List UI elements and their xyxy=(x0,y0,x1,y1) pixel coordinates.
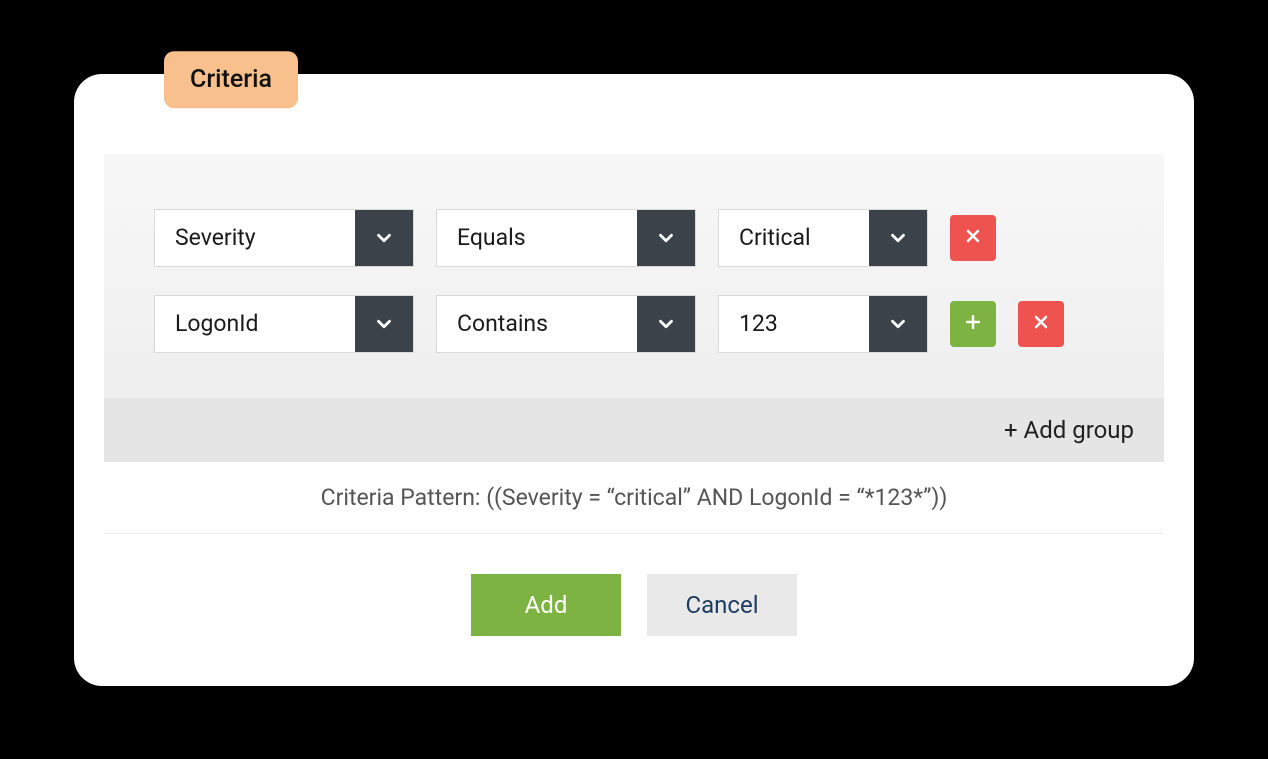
pattern-expression: ((Severity = “critical” AND LogonId = “*… xyxy=(486,484,947,511)
criteria-pattern-text: Criteria Pattern: ((Severity = “critical… xyxy=(104,462,1164,534)
add-button-label: Add xyxy=(525,591,568,619)
plus-icon xyxy=(963,312,983,336)
chevron-down-icon xyxy=(355,296,413,352)
field-select[interactable]: Severity xyxy=(154,209,414,267)
criteria-row: Severity Equals Critical xyxy=(154,209,1114,267)
chevron-down-icon xyxy=(869,210,927,266)
chevron-down-icon xyxy=(355,210,413,266)
add-button[interactable]: Add xyxy=(471,574,621,636)
dialog-footer: Add Cancel xyxy=(104,574,1164,636)
value-select[interactable]: 123 xyxy=(718,295,928,353)
add-row-button[interactable] xyxy=(950,301,996,347)
chevron-down-icon xyxy=(637,210,695,266)
operator-select[interactable]: Equals xyxy=(436,209,696,267)
operator-select[interactable]: Contains xyxy=(436,295,696,353)
cancel-button[interactable]: Cancel xyxy=(647,574,797,636)
field-select-label: Severity xyxy=(155,210,355,266)
value-select[interactable]: Critical xyxy=(718,209,928,267)
value-select-label: 123 xyxy=(719,296,869,352)
criteria-group: Severity Equals Critical xyxy=(104,154,1164,398)
add-group-button[interactable]: + Add group xyxy=(104,398,1164,462)
criteria-tab-label: Criteria xyxy=(190,65,272,94)
chevron-down-icon xyxy=(637,296,695,352)
operator-select-label: Equals xyxy=(437,210,637,266)
criteria-card: Criteria Severity Equals Critical xyxy=(74,74,1194,686)
close-icon xyxy=(963,226,983,250)
field-select[interactable]: LogonId xyxy=(154,295,414,353)
add-group-label: + Add group xyxy=(1004,416,1134,444)
remove-row-button[interactable] xyxy=(1018,301,1064,347)
close-icon xyxy=(1031,312,1051,336)
remove-row-button[interactable] xyxy=(950,215,996,261)
cancel-button-label: Cancel xyxy=(685,591,758,619)
operator-select-label: Contains xyxy=(437,296,637,352)
pattern-prefix: Criteria Pattern: xyxy=(321,484,487,511)
criteria-row: LogonId Contains 123 xyxy=(154,295,1114,353)
chevron-down-icon xyxy=(869,296,927,352)
criteria-tab-badge: Criteria xyxy=(164,51,298,108)
field-select-label: LogonId xyxy=(155,296,355,352)
value-select-label: Critical xyxy=(719,210,869,266)
